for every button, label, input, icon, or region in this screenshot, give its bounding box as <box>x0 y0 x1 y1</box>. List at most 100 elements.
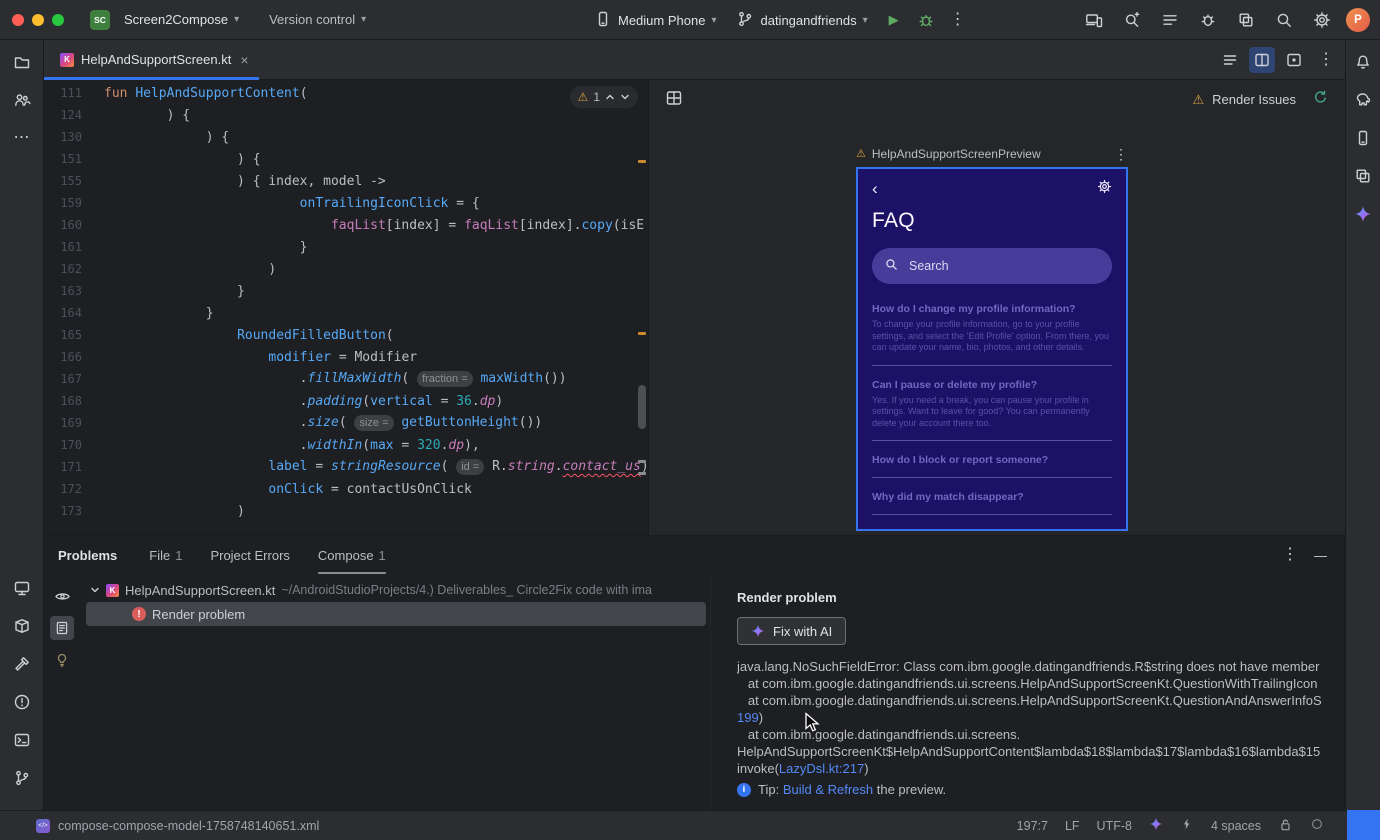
code-line[interactable]: 163 } <box>44 280 636 302</box>
code-line[interactable]: 170 .widthIn(max = 320.dp), <box>44 434 636 456</box>
task-list-icon[interactable] <box>1156 6 1184 34</box>
editor-more-button[interactable]: ⋮ <box>1313 47 1339 73</box>
stripe-mark[interactable] <box>638 460 646 463</box>
code-view-button[interactable] <box>1217 47 1243 73</box>
build-icon[interactable] <box>8 650 36 678</box>
more-tool-windows-icon[interactable]: ⋯ <box>8 124 36 152</box>
code-line[interactable]: 164 } <box>44 302 636 324</box>
tab-compose[interactable]: Compose 1 <box>317 536 386 574</box>
running-devices-icon[interactable] <box>8 574 36 602</box>
problems-more-icon[interactable]: ⋮ <box>1282 547 1298 563</box>
faq-item[interactable]: How do I block or report someone? <box>872 454 1112 478</box>
render-issues-button[interactable]: Render Issues <box>1212 92 1296 107</box>
encoding-widget[interactable]: UTF-8 <box>1097 819 1132 833</box>
code-line[interactable]: 173 ) <box>44 500 636 522</box>
next-problem-button[interactable] <box>620 90 630 105</box>
tab-file[interactable]: File 1 <box>149 536 182 574</box>
ai-search-icon[interactable] <box>1118 6 1146 34</box>
code-line[interactable]: 162 ) <box>44 258 636 280</box>
code-line[interactable]: 161 } <box>44 236 636 258</box>
code-line[interactable]: 155 ) { index, model -> <box>44 170 636 192</box>
vcs-menu[interactable]: Version control ▾ <box>261 8 374 31</box>
settings-gear-icon[interactable] <box>1097 179 1112 197</box>
hide-panel-icon[interactable]: — <box>1314 548 1327 563</box>
caret-position-widget[interactable]: 197:7 <box>1017 819 1048 833</box>
preview-eye-icon[interactable] <box>50 584 74 608</box>
build-refresh-icon[interactable] <box>1312 89 1329 109</box>
code-line[interactable]: 111 fun HelpAndSupportContent( <box>44 82 636 104</box>
indent-widget[interactable]: 4 spaces <box>1211 819 1261 833</box>
live-edit-icon[interactable] <box>1180 817 1194 834</box>
phone-preview[interactable]: ‹ FAQ Search How do I change my profile … <box>856 167 1128 531</box>
device-selector[interactable]: Medium Phone ▾ <box>586 6 724 35</box>
device-explorer-icon[interactable] <box>8 612 36 640</box>
chevron-down-icon[interactable] <box>90 583 100 598</box>
stack-trace-link[interactable]: LazyDsl.kt:217 <box>779 761 864 776</box>
code-line[interactable]: 124 ) { <box>44 104 636 126</box>
notifications-bell-icon[interactable] <box>1349 48 1377 76</box>
debug-button[interactable] <box>912 6 940 34</box>
faq-item[interactable]: How do I change my profile information? T… <box>872 303 1112 366</box>
tree-problem-row[interactable]: ! Render problem <box>86 602 706 626</box>
editor-tab[interactable]: K HelpAndSupportScreen.kt × <box>44 40 259 80</box>
people-icon[interactable] <box>8 86 36 114</box>
quick-fix-bulb-icon[interactable] <box>50 648 74 672</box>
design-view-button[interactable] <box>1281 47 1307 73</box>
tree-file-row[interactable]: K HelpAndSupportScreen.kt ~/AndroidStudi… <box>80 578 710 602</box>
warning-stripe-mark[interactable] <box>638 160 646 163</box>
version-control-icon[interactable] <box>8 764 36 792</box>
line-separator-widget[interactable]: LF <box>1065 819 1080 833</box>
project-menu[interactable]: Screen2Compose ▾ <box>116 8 247 31</box>
code-line[interactable]: 159 onTrailingIconClick = { <box>44 192 636 214</box>
fix-with-ai-button[interactable]: Fix with AI <box>737 617 847 645</box>
preview-card-menu-icon[interactable]: ⋮ <box>1114 147 1128 161</box>
code-line[interactable]: 151 ) { <box>44 148 636 170</box>
code-area[interactable]: 111 fun HelpAndSupportContent(124 ) {130 … <box>44 82 648 522</box>
tab-project-errors[interactable]: Project Errors <box>210 536 289 574</box>
terminal-icon[interactable] <box>8 726 36 754</box>
branch-widget[interactable]: datingandfriends ▾ <box>728 6 875 35</box>
code-line[interactable]: 169 .size( size = getButtonHeight()) <box>44 412 636 434</box>
search-icon[interactable] <box>1270 6 1298 34</box>
faq-item[interactable]: Can I pause or delete my profile? Yes. If… <box>872 379 1112 441</box>
build-variants-icon[interactable] <box>1349 162 1377 190</box>
code-line[interactable]: 166 modifier = Modifier <box>44 346 636 368</box>
search-input[interactable]: Search <box>872 248 1112 284</box>
back-button[interactable]: ‹ <box>872 180 878 197</box>
gemini-icon[interactable] <box>1349 200 1377 228</box>
zoom-window-button[interactable] <box>52 13 64 26</box>
problems-icon[interactable] <box>8 688 36 716</box>
device-mirroring-icon[interactable] <box>1080 6 1108 34</box>
split-view-button[interactable] <box>1249 46 1275 73</box>
close-window-button[interactable] <box>12 13 24 26</box>
stripe-mark[interactable] <box>638 472 646 475</box>
editor-scrollbar[interactable] <box>636 80 648 535</box>
resource-manager-icon[interactable] <box>1232 6 1260 34</box>
code-line[interactable]: 160 faqList[index] = faqList[index].copy… <box>44 214 644 236</box>
code-line[interactable]: 165 RoundedFilledButton( <box>44 324 636 346</box>
gradle-icon[interactable] <box>1349 86 1377 114</box>
stack-trace-link[interactable]: 199 <box>737 710 759 725</box>
inspection-widget[interactable]: ⚠ 1 <box>569 86 638 108</box>
build-refresh-link[interactable]: Build & Refresh <box>783 782 873 797</box>
user-avatar[interactable]: P <box>1346 8 1370 32</box>
code-line[interactable]: 130 ) { <box>44 126 636 148</box>
close-tab-icon[interactable]: × <box>240 52 248 68</box>
scrollbar-thumb[interactable] <box>638 385 646 429</box>
faq-item[interactable]: Why did my match disappear? <box>872 491 1112 515</box>
run-button[interactable]: ▶ <box>880 6 908 34</box>
ai-assistant-status-icon[interactable] <box>1149 817 1163 834</box>
code-line[interactable]: 171 label = stringResource( id = R.strin… <box>44 456 648 478</box>
project-folder-icon[interactable] <box>8 48 36 76</box>
details-view-icon[interactable] <box>50 616 74 640</box>
code-line[interactable]: 167 .fillMaxWidth( fraction = maxWidth()… <box>44 368 636 390</box>
status-indicator-icon[interactable] <box>1310 817 1324 834</box>
device-manager-icon[interactable] <box>1349 124 1377 152</box>
run-more-button[interactable]: ⋮ <box>944 6 972 34</box>
code-line[interactable]: 168 .padding(vertical = 36.dp) <box>44 390 636 412</box>
preview-layout-icon[interactable] <box>665 89 683 110</box>
warning-stripe-mark[interactable] <box>638 332 646 335</box>
code-editor[interactable]: 111 fun HelpAndSupportContent(124 ) {130 … <box>44 80 648 535</box>
profiler-icon[interactable] <box>1194 6 1222 34</box>
lock-icon[interactable] <box>1278 817 1293 835</box>
